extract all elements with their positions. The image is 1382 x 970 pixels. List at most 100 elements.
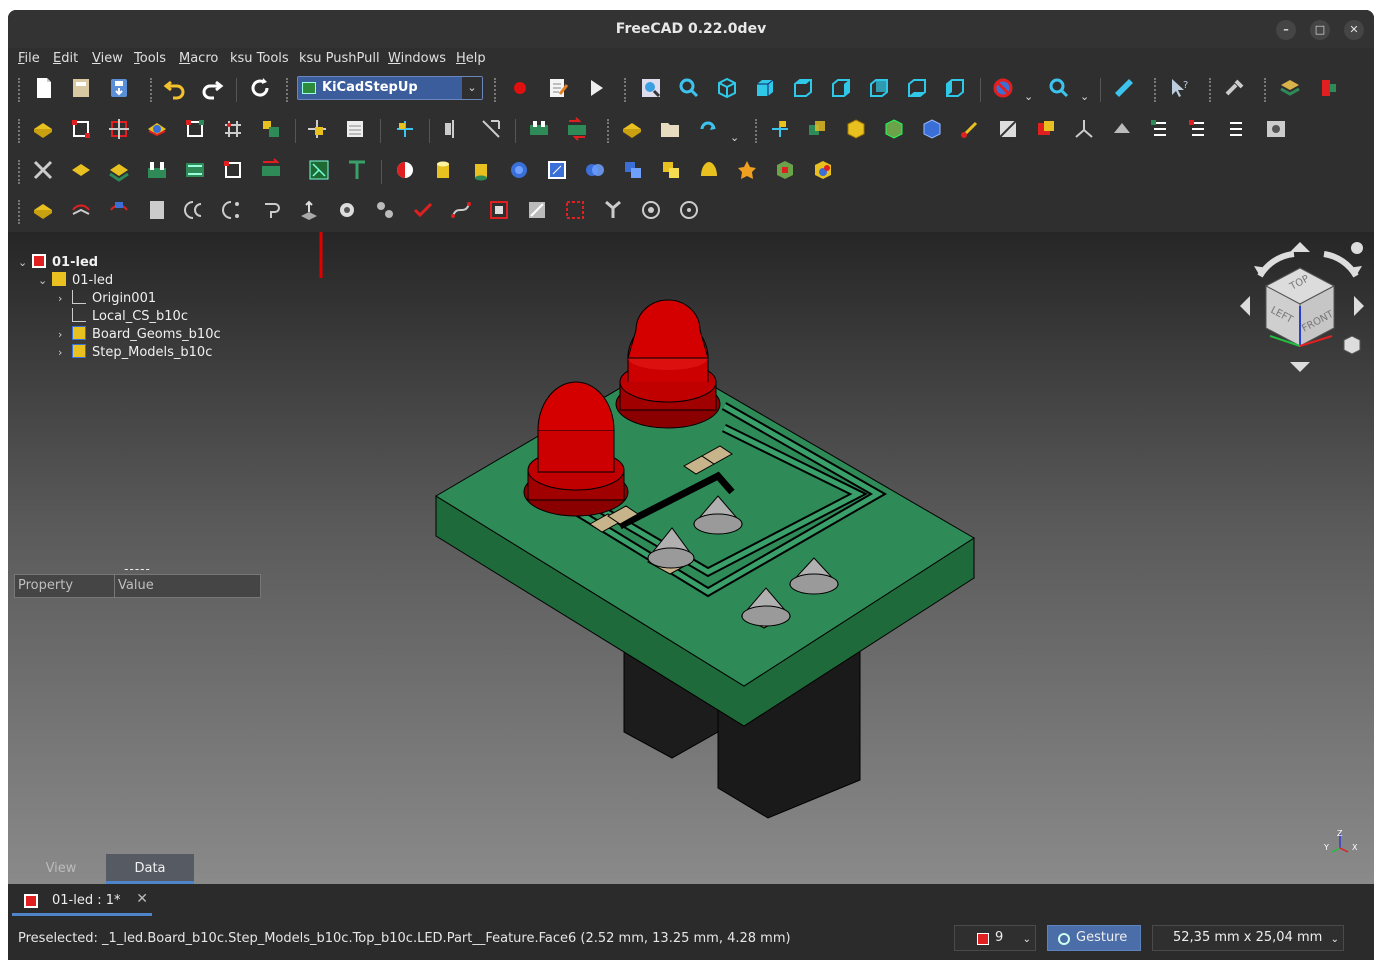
frame-icon[interactable] bbox=[487, 198, 511, 222]
mirror-icon[interactable] bbox=[441, 117, 465, 141]
axis-cross-icon[interactable] bbox=[1072, 117, 1096, 141]
tree-item[interactable]: › Board_Geoms_b10c bbox=[58, 326, 221, 344]
tree-root[interactable]: ⌄ 01-led bbox=[18, 254, 98, 272]
chevron-right-icon[interactable]: › bbox=[58, 344, 72, 362]
value-column-header[interactable]: Value bbox=[114, 574, 261, 598]
record-macro-icon[interactable] bbox=[508, 76, 532, 100]
load-footprint-icon[interactable] bbox=[69, 117, 93, 141]
toolbar-grip[interactable] bbox=[18, 119, 22, 143]
shape-yellow-icon[interactable] bbox=[697, 158, 721, 182]
shape-star-icon[interactable] bbox=[735, 158, 759, 182]
folder-icon[interactable] bbox=[658, 117, 682, 141]
menu-view[interactable]: View bbox=[92, 51, 123, 66]
notification-counter[interactable]: 9 ⌄ bbox=[954, 925, 1036, 951]
list-export-icon[interactable] bbox=[1148, 117, 1172, 141]
wire-edit-icon[interactable] bbox=[69, 198, 93, 222]
chevron-right-icon[interactable]: › bbox=[58, 290, 72, 308]
chevron-right-icon[interactable]: › bbox=[58, 326, 72, 344]
list-import-icon[interactable] bbox=[1186, 117, 1210, 141]
undo-icon[interactable] bbox=[163, 76, 187, 100]
macro-editor-icon[interactable] bbox=[546, 76, 570, 100]
menu-file[interactable]: File bbox=[18, 51, 40, 66]
redo-icon[interactable] bbox=[200, 76, 224, 100]
part-design-box-icon[interactable] bbox=[31, 198, 55, 222]
color-layers-icon[interactable] bbox=[259, 117, 283, 141]
save-icon[interactable] bbox=[107, 76, 131, 100]
transform-icon[interactable] bbox=[958, 117, 982, 141]
nav-up-icon[interactable] bbox=[1290, 242, 1310, 252]
intersect-icon[interactable] bbox=[583, 158, 607, 182]
bspline-icon[interactable] bbox=[449, 198, 473, 222]
fit-all-icon[interactable] bbox=[639, 76, 663, 100]
snapshot-icon[interactable] bbox=[1264, 117, 1288, 141]
axis-place-icon[interactable] bbox=[305, 117, 329, 141]
grid-snap-icon[interactable] bbox=[221, 117, 245, 141]
tree-item[interactable]: › Origin001 bbox=[58, 290, 156, 308]
pcb-pull-icon[interactable] bbox=[565, 117, 589, 141]
whats-this-icon[interactable]: ? bbox=[1168, 76, 1192, 100]
spin-icon[interactable] bbox=[677, 198, 701, 222]
menu-windows[interactable]: Windows bbox=[388, 51, 446, 66]
toolbar-grip[interactable] bbox=[286, 78, 290, 102]
text-tool-icon[interactable] bbox=[345, 158, 369, 182]
sphere-cut-icon[interactable] bbox=[393, 158, 417, 182]
pcb-traces-icon[interactable] bbox=[183, 158, 207, 182]
fit-selection-icon[interactable] bbox=[677, 76, 701, 100]
top-view-icon[interactable] bbox=[791, 76, 815, 100]
tab-data[interactable]: Data bbox=[106, 854, 194, 884]
pcb-load-3d-icon[interactable] bbox=[307, 158, 331, 182]
shape-green-icon[interactable] bbox=[773, 158, 797, 182]
pcb-push-icon[interactable] bbox=[527, 117, 551, 141]
close-window-button[interactable]: ✕ bbox=[1344, 20, 1364, 40]
arc-icon[interactable] bbox=[183, 198, 207, 222]
toolbar-grip[interactable] bbox=[494, 78, 498, 102]
nav-right-icon[interactable] bbox=[1354, 296, 1364, 316]
rear-view-icon[interactable] bbox=[867, 76, 891, 100]
maximize-button[interactable]: □ bbox=[1310, 20, 1330, 40]
page-icon[interactable] bbox=[145, 198, 169, 222]
property-column-header[interactable]: Property bbox=[14, 574, 115, 598]
isometric-view-icon[interactable] bbox=[715, 76, 739, 100]
refresh-icon[interactable] bbox=[248, 76, 272, 100]
toolbar-grip[interactable] bbox=[755, 119, 759, 143]
board-yellow-icon[interactable] bbox=[69, 158, 93, 182]
cut-yellow-icon[interactable] bbox=[659, 158, 683, 182]
menu-ksu-tools[interactable]: ksu Tools bbox=[230, 51, 289, 66]
toolbar-grip[interactable] bbox=[1264, 78, 1268, 102]
section-icon[interactable] bbox=[996, 117, 1020, 141]
cube-green-icon[interactable] bbox=[882, 117, 906, 141]
open-document-icon[interactable] bbox=[69, 76, 93, 100]
measure-icon[interactable] bbox=[1112, 76, 1136, 100]
chevron-down-icon[interactable]: ⌄ bbox=[38, 272, 52, 290]
scale-icon[interactable] bbox=[479, 117, 503, 141]
left-view-icon[interactable] bbox=[943, 76, 967, 100]
part-box-icon[interactable] bbox=[620, 117, 644, 141]
tab-view[interactable]: View bbox=[17, 854, 105, 884]
toolbar-grip[interactable] bbox=[18, 78, 22, 102]
3d-viewport[interactable]: ⌄ 01-led ⌄ 01-led › Origin001 Local_CS_b10c… bbox=[8, 232, 1374, 884]
rotate-left-icon[interactable] bbox=[1257, 251, 1295, 278]
extrude-icon[interactable] bbox=[297, 198, 321, 222]
arc-dots-icon[interactable] bbox=[221, 198, 245, 222]
tools-icon[interactable] bbox=[31, 158, 55, 182]
link-icon[interactable] bbox=[696, 117, 720, 141]
model-align-icon[interactable] bbox=[393, 117, 417, 141]
chevron-down-icon[interactable]: ⌄ bbox=[730, 131, 739, 144]
navigation-cube[interactable]: TOP FRONT LEFT bbox=[1230, 236, 1370, 376]
toolbar-grip[interactable] bbox=[18, 200, 22, 224]
check-wire-icon[interactable] bbox=[411, 198, 435, 222]
wrench-tool-icon[interactable] bbox=[1223, 76, 1247, 100]
gears-icon[interactable] bbox=[373, 198, 397, 222]
menu-macro[interactable]: Macro bbox=[179, 51, 218, 66]
cylinder-green-icon[interactable] bbox=[469, 158, 493, 182]
cube-blue-icon[interactable] bbox=[920, 117, 944, 141]
move-part-icon[interactable] bbox=[768, 117, 792, 141]
toolbar-grip[interactable] bbox=[607, 119, 611, 143]
cut-blue-icon[interactable] bbox=[621, 158, 645, 182]
workbench-selector[interactable]: KiCadStepUp ⌄ bbox=[297, 76, 483, 100]
chevron-down-icon[interactable]: ⌄ bbox=[18, 254, 32, 272]
tree-item[interactable]: ⌄ 01-led bbox=[38, 272, 113, 290]
layers-icon[interactable] bbox=[1278, 76, 1302, 100]
document-tab[interactable]: 01-led : 1* ✕ bbox=[12, 886, 152, 916]
chevron-down-icon[interactable]: ⌄ bbox=[1024, 90, 1033, 103]
